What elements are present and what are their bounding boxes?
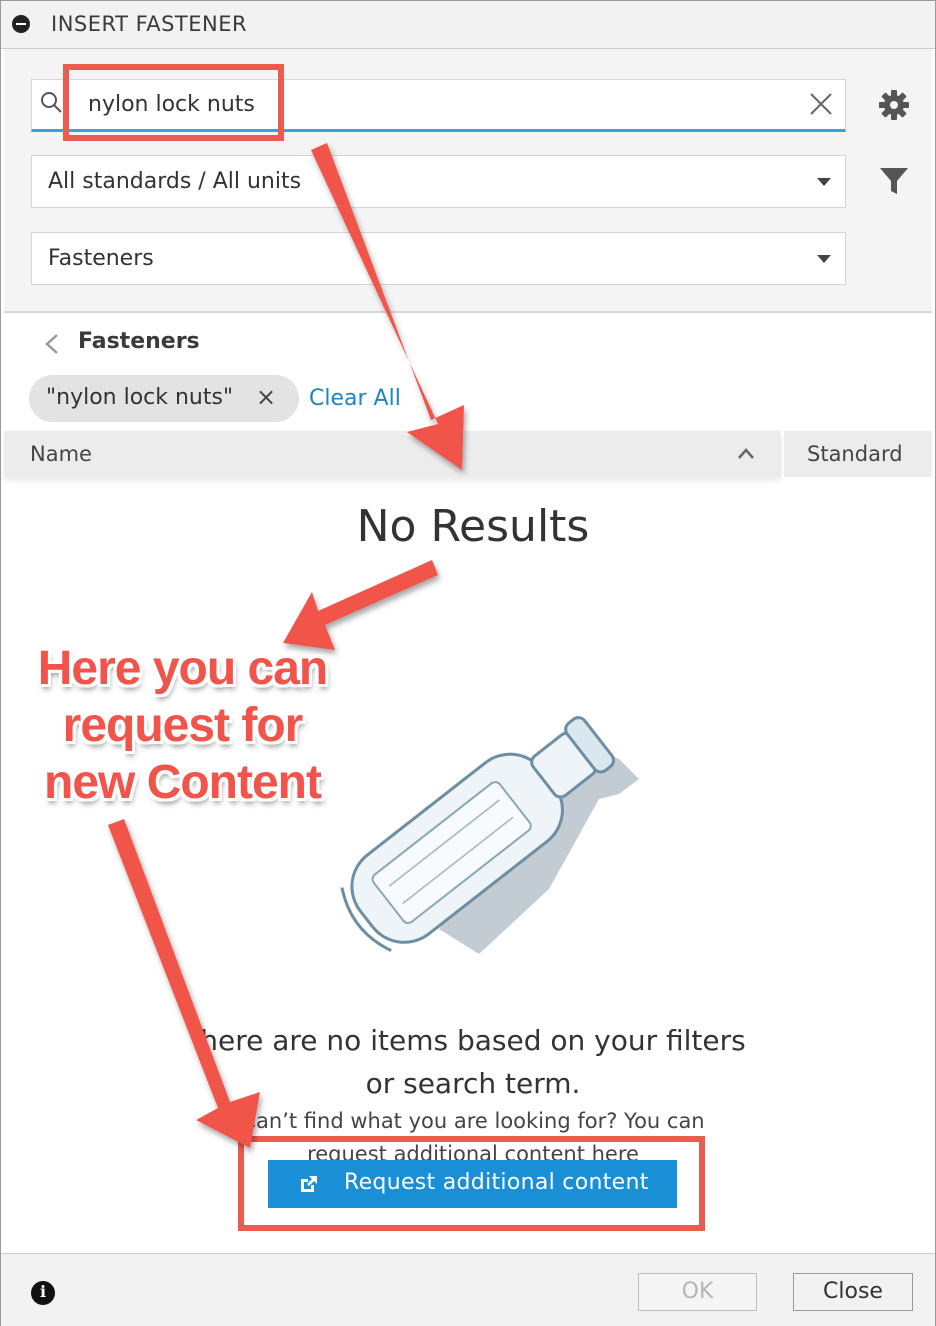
annotation-line: request for <box>62 699 304 752</box>
empty-state-message-line: here are no items based on your filters <box>200 1024 746 1057</box>
empty-state-message: here are no items based on your filters … <box>4 1019 936 1105</box>
info-icon[interactable] <box>31 1281 55 1305</box>
search-filter-chip: "nylon lock nuts" × <box>29 375 299 422</box>
breadcrumb-label[interactable]: Fasteners <box>78 329 200 354</box>
dialog-title: INSERT FASTENER <box>51 12 248 36</box>
collapse-icon[interactable] <box>12 15 30 33</box>
dialog-footer: OK Close <box>1 1253 935 1326</box>
chevron-left-icon[interactable] <box>44 333 60 355</box>
chip-label: "nylon lock nuts" <box>46 385 234 410</box>
chip-remove-icon[interactable]: × <box>256 383 276 411</box>
column-header-name[interactable]: Name <box>4 431 781 477</box>
standards-dropdown[interactable]: All standards / All units <box>31 155 846 208</box>
filter-icon[interactable] <box>878 165 910 197</box>
search-highlight-box <box>63 64 284 141</box>
category-dropdown[interactable]: Fasteners <box>31 232 846 285</box>
standards-value: All standards / All units <box>48 169 302 194</box>
title-bar: INSERT FASTENER <box>1 1 935 49</box>
sort-ascending-icon[interactable] <box>737 445 755 463</box>
close-button[interactable]: Close <box>793 1273 913 1311</box>
chevron-down-icon <box>817 255 831 263</box>
no-results-title: No Results <box>356 501 590 552</box>
annotation-callout: Here you can request for new Content <box>10 640 355 811</box>
category-value: Fasteners <box>48 246 154 271</box>
gear-icon[interactable] <box>878 89 910 121</box>
empty-state-message-line: or search term. <box>365 1067 581 1100</box>
close-icon[interactable] <box>808 91 834 117</box>
ok-button[interactable]: OK <box>638 1273 757 1311</box>
clear-all-link[interactable]: Clear All <box>309 386 401 411</box>
column-header-label: Standard <box>807 442 903 466</box>
annotation-line: Here you can <box>37 642 328 695</box>
column-header-label: Name <box>30 442 92 466</box>
annotation-line: new Content <box>44 756 322 809</box>
column-header-standard[interactable]: Standard <box>784 431 932 477</box>
button-highlight-box <box>238 1136 705 1231</box>
empty-state-hint-line: Can’t find what you are looking for? You… <box>241 1109 705 1133</box>
search-icon <box>41 92 62 113</box>
chevron-down-icon <box>817 178 831 186</box>
